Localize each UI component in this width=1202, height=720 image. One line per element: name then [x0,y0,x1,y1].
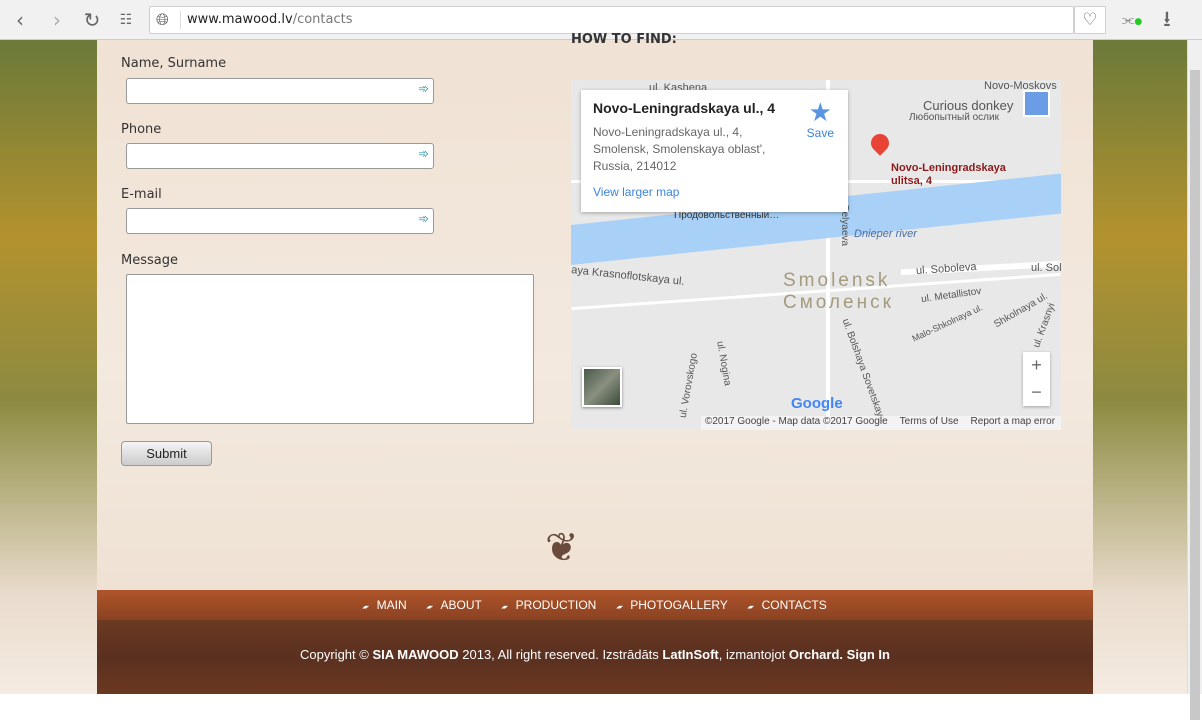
name-label: Name, Surname [121,56,227,71]
satellite-toggle[interactable] [582,367,622,407]
url-text: www.mawood.lv/contacts [187,12,353,27]
map-label: ul. Vorovskogo [677,352,700,419]
sign-in-link[interactable]: Sign In [847,647,890,662]
city-en: Smolensk [783,270,891,291]
place-title: Novo-Leningradskaya ul., 4 [593,100,776,116]
copyright-text: Copyright © [300,647,373,662]
google-map[interactable]: ul. Kashena Novo-Moskovs Curious donkey … [571,80,1061,430]
zoom-out-button[interactable]: − [1023,379,1050,406]
pin-label: Novo-Leningradskaya ulitsa, 4 [891,162,1006,188]
pin-label-line: ulitsa, 4 [891,175,932,187]
map-label: ul. Krasnyi [1031,301,1058,350]
heart-icon[interactable]: ♡ [1074,6,1106,34]
email-label: E-mail [121,187,162,202]
name-input[interactable]: ➾ [126,78,434,104]
autofill-icon: ➾ [418,212,429,227]
copyright-text: 2013, All right reserved. Izstrādāts [458,647,663,662]
nav-contacts[interactable]: CONTACTS [748,598,827,612]
attribution-text: ©2017 Google - Map data ©2017 Google [705,416,888,427]
map-pin-icon[interactable] [867,130,893,156]
nav-photogallery[interactable]: PHOTOGALLERY [617,598,728,612]
report-error-link[interactable]: Report a map error [971,416,1055,427]
street-view-pegman-icon[interactable] [1023,90,1050,117]
address-line: Novo-Leningradskaya ul., 4, [593,125,743,139]
map-info-window: Novo-Leningradskaya ul., 4 Novo-Leningra… [581,90,848,212]
how-to-find-heading: HOW TO FIND: [571,32,677,46]
scrollbar-thumb[interactable] [1190,70,1200,720]
map-label: Любопытный ослик [909,112,999,123]
city-ru: Смоленск [783,292,894,313]
star-icon: ★ [808,97,832,127]
map-label: ul. Metallistov [920,285,983,306]
footer-copyright: Copyright © SIA MAWOOD 2013, All right r… [97,620,1093,694]
map-label: ul. Bolshaya Sovetskaya [839,317,888,424]
map-label: ul. Soboleva [915,260,977,278]
footer-nav: MAIN ABOUT PRODUCTION PHOTOGALLERY CONTA… [97,590,1093,620]
forward-icon[interactable]: › [45,8,69,32]
nav-production[interactable]: PRODUCTION [502,598,597,612]
pin-label-line: Novo-Leningradskaya [891,162,1006,174]
reload-icon[interactable]: ↻ [80,8,104,32]
scrollbar[interactable] [1187,40,1202,720]
address-bar[interactable]: 🌐︎ www.mawood.lv/contacts [149,6,1074,34]
company-name: SIA MAWOOD [372,647,459,662]
submit-button[interactable]: Submit [121,441,212,466]
save-label: Save [806,126,834,140]
globe-icon: 🌐︎ [156,10,169,29]
autofill-icon: ➾ [418,147,429,162]
url-host: www.mawood.lv [187,12,293,27]
copyright-text: , izmantojot [718,647,789,662]
message-textarea[interactable] [126,274,534,424]
save-button[interactable]: ★ Save [807,98,834,140]
back-icon[interactable]: ‹ [8,8,32,32]
orchard-link[interactable]: Orchard. [789,647,843,662]
google-logo: Google [791,395,843,412]
nav-main[interactable]: MAIN [363,598,407,612]
map-label: aya Krasnoflotskaya ul. [571,264,686,288]
phone-input[interactable]: ➾ [126,143,434,169]
zoom-in-button[interactable]: + [1023,352,1050,379]
address-line: Russia, 214012 [593,159,677,173]
zoom-controls: + − [1023,352,1050,406]
map-label: Dnieper river [854,228,917,240]
download-icon[interactable]: ⭳ [1155,8,1179,32]
place-address: Novo-Leningradskaya ul., 4, Smolensk, Smo… [593,124,783,175]
map-label: ul. Nogina [714,340,733,387]
message-label: Message [121,253,178,268]
decorative-ornament: ❦ [545,525,579,571]
city-label: Smolensk Смоленск [783,270,894,314]
map-label: Malo-Shkolnaya ul. [910,302,985,344]
phone-label: Phone [121,122,162,137]
address-line: Smolensk, Smolenskaya oblast', [593,142,766,156]
terms-link[interactable]: Terms of Use [900,416,959,427]
apps-grid-icon[interactable]: ☷ [114,8,138,32]
map-label: Curious donkey [923,98,1014,113]
latinsoft-link[interactable]: LatInSoft [662,647,718,662]
url-path: /contacts [292,12,353,27]
view-larger-map-link[interactable]: View larger map [593,185,836,199]
email-input[interactable]: ➾ [126,208,434,234]
map-attribution: ©2017 Google - Map data ©2017 Google Term… [701,416,1061,430]
autofill-icon: ➾ [418,82,429,97]
extension-icon[interactable]: ⫘● [1120,8,1144,32]
nav-about[interactable]: ABOUT [427,598,481,612]
divider [180,11,181,29]
map-label: ul. Sol [1031,262,1061,274]
